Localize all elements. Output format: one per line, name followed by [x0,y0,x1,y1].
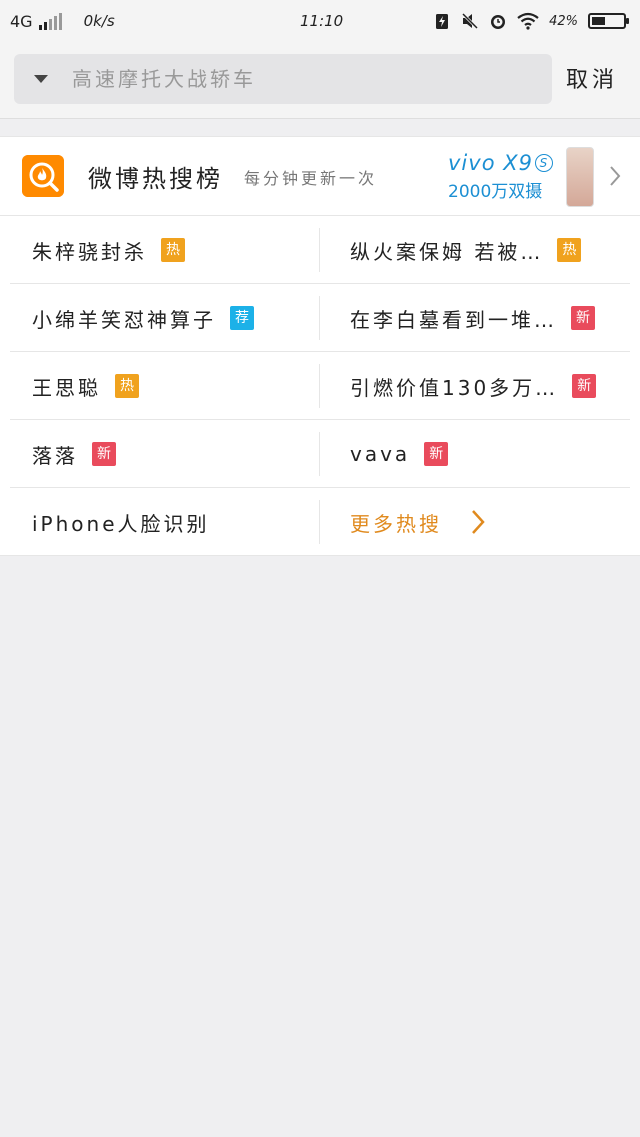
column-divider [319,432,320,476]
hot-search-row: 朱梓骁封杀 热 纵火案保姆 若被… 热 [0,216,640,284]
battery-percent: 42% [549,13,578,29]
ad-model-badge: S [534,154,553,172]
cancel-button[interactable]: 取消 [566,62,618,98]
status-bar: 4G 0k/s 11:10 42% [0,0,640,42]
search-bar: 取消 [0,42,640,119]
hot-search-logo-icon [22,155,64,197]
hot-search-item[interactable]: 王思聪 热 [32,352,312,420]
hot-search-card: 微博热搜榜 每分钟更新一次 vivo X9 S 2000万双摄 朱梓骁封杀 热 纵… [0,136,640,556]
search-box[interactable] [14,54,552,104]
more-hot-search-button[interactable]: 更多热搜 [350,488,620,556]
ad-brand: vivo X9 S [448,151,553,175]
hot-search-item-text: 小绵羊笑怼神算子 [32,307,216,332]
charging-icon [436,14,449,29]
hot-search-item[interactable]: 朱梓骁封杀 热 [32,216,312,284]
hot-search-item-text: 王思聪 [32,375,101,400]
hot-search-item[interactable]: 纵火案保姆 若被… 热 [350,216,620,284]
hot-search-item[interactable]: 落落 新 [32,420,312,488]
hot-search-item-text: 在李白墓看到一堆… [350,307,557,332]
battery-icon [588,13,629,29]
new-badge: 新 [572,374,597,398]
ad-brand-name: vivo [448,151,496,175]
hot-search-item[interactable]: 引燃价值130多万… 新 [350,352,620,420]
chevron-right-icon[interactable] [608,165,622,187]
hot-badge: 热 [161,238,185,262]
hot-search-grid: 朱梓骁封杀 热 纵火案保姆 若被… 热 小绵羊笑怼神算子 荐 在李白墓看到一堆…… [0,216,640,556]
hot-search-subtitle: 每分钟更新一次 [244,169,378,188]
hot-search-row: 王思聪 热 引燃价值130多万… 新 [0,352,640,420]
search-input[interactable] [70,66,552,92]
hot-search-item[interactable]: 在李白墓看到一堆… 新 [350,284,620,352]
chevron-right-icon [472,510,485,534]
column-divider [319,296,320,340]
hot-search-item-text: 纵火案保姆 若被… [350,239,544,264]
network-type: 4G [10,11,33,31]
ad-tagline: 2000万双摄 [448,182,543,202]
hot-search-item[interactable]: iPhone人脸识别 [32,488,312,556]
hot-search-title: 微博热搜榜 [88,165,223,193]
hot-search-item-text: vava [350,442,411,466]
hot-search-item-text: 引燃价值130多万… [350,375,559,400]
mute-icon [462,12,479,30]
recommend-badge: 荐 [230,306,254,330]
hot-search-item-text: 朱梓骁封杀 [32,239,147,264]
hot-search-item-text: 落落 [32,443,78,468]
new-badge: 新 [571,306,595,330]
hot-search-item[interactable]: 小绵羊笑怼神算子 荐 [32,284,312,352]
alarm-icon [491,15,506,29]
new-badge: 新 [92,442,116,466]
more-hot-search-label: 更多热搜 [350,511,442,536]
hot-badge: 热 [115,374,139,398]
column-divider [319,500,320,544]
column-divider [319,364,320,408]
new-badge: 新 [424,442,449,466]
column-divider [319,228,320,272]
vivo-ad-banner[interactable]: vivo X9 S 2000万双摄 [446,147,596,207]
clock: 11:10 [300,12,344,30]
signal-icon [38,12,62,30]
hot-search-row: 落落 新 vava 新 [0,420,640,488]
hot-search-row: 小绵羊笑怼神算子 荐 在李白墓看到一堆… 新 [0,284,640,352]
hot-search-item[interactable]: vava 新 [350,420,620,488]
hot-badge: 热 [557,238,582,262]
network-speed: 0k/s [83,12,115,30]
hot-search-header[interactable]: 微博热搜榜 每分钟更新一次 vivo X9 S 2000万双摄 [0,137,640,216]
dropdown-caret-icon[interactable] [34,75,48,83]
hot-search-item-text: iPhone人脸识别 [32,511,210,536]
wifi-icon [517,12,539,30]
ad-phone-image [566,147,594,207]
hot-search-row: iPhone人脸识别 更多热搜 [0,488,640,556]
ad-model: X9 [503,151,533,175]
